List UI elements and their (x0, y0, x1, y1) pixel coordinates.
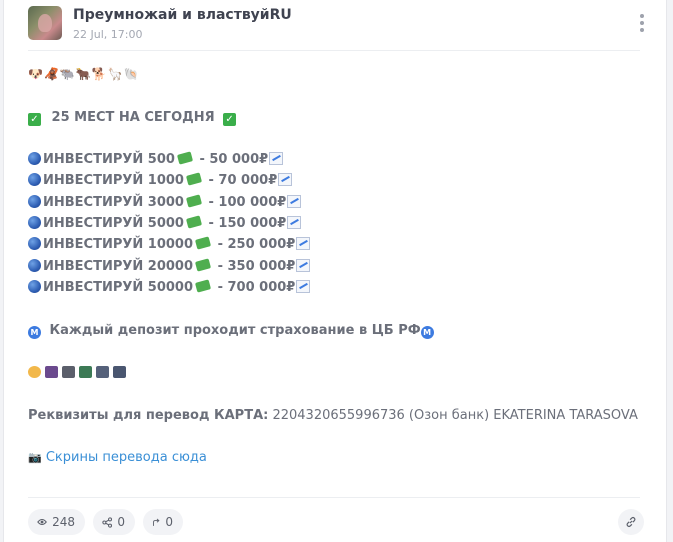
views-counter[interactable]: 248 (28, 509, 85, 535)
screenshots-line: 📷 Скрины перевода сюда (28, 447, 640, 468)
share-button[interactable]: 0 (93, 509, 135, 535)
insurance-text: Каждый депозит проходит страхование в ЦБ… (49, 322, 421, 338)
metro-m-icon: M (420, 325, 434, 339)
globe-icon (28, 279, 41, 293)
post-header: Преумножай и властвуйRU 22 Jul, 17:00 (28, 6, 644, 50)
post-date: 22 Jul, 17:00 (73, 28, 143, 41)
chart-increasing-icon (287, 216, 302, 230)
globe-icon (28, 237, 41, 251)
money-icon (176, 151, 193, 165)
screenshots-link[interactable]: Скрины перевода сюда (46, 450, 207, 465)
invest-line: ИНВЕСТИРУЙ 1000 - 70 000₽ (28, 170, 640, 191)
invest-result: - 350 000₽ (217, 258, 296, 274)
chart-increasing-icon (269, 152, 284, 166)
headline-text: 25 МЕСТ НА СЕГОДНЯ (51, 109, 215, 125)
money-icon (185, 215, 203, 229)
check-mark-icon: ✓ (28, 112, 41, 126)
headline: ✓ 25 МЕСТ НА СЕГОДНЯ ✓ (28, 107, 640, 128)
invest-amount: ИНВЕСТИРУЙ 50000 (43, 279, 194, 295)
money-icon (185, 194, 203, 208)
forwards-count: 0 (165, 515, 173, 529)
chart-increasing-icon (296, 258, 311, 272)
globe-icon (28, 194, 41, 208)
invest-amount: ИНВЕСТИРУЙ 500 (43, 152, 175, 168)
requisites-line: Реквизиты для перевод КАРТА: 22043206559… (28, 405, 640, 426)
calculator-icon (96, 366, 109, 379)
chart-increasing-icon (287, 194, 302, 208)
share-icon (102, 516, 113, 528)
channel-avatar[interactable] (28, 6, 62, 40)
invest-line: ИНВЕСТИРУЙ 10000 - 250 000₽ (28, 234, 640, 255)
shares-count: 0 (117, 515, 125, 529)
currency-note-icon (45, 366, 58, 379)
post-body: 🐶🦧🐃🐂🐕🦙🐚 ✓ 25 МЕСТ НА СЕГОДНЯ ✓ ИНВЕСТИРУ… (28, 64, 640, 469)
header-divider (28, 50, 640, 51)
invest-result: - 50 000₽ (199, 152, 269, 168)
invest-amount: ИНВЕСТИРУЙ 20000 (43, 258, 194, 274)
invest-line: ИНВЕСТИРУЙ 50000 - 700 000₽ (28, 277, 640, 298)
invest-line: ИНВЕСТИРУЙ 20000 - 350 000₽ (28, 256, 640, 277)
money-icon (194, 236, 212, 251)
calendar-icon (113, 366, 126, 379)
invest-line: ИНВЕСТИРУЙ 500 - 50 000₽ (28, 149, 640, 170)
camera-icon (62, 366, 75, 379)
requisites-label: Реквизиты для перевод КАРТА: (28, 407, 269, 423)
invest-amount: ИНВЕСТИРУЙ 10000 (43, 237, 194, 253)
views-count: 248 (52, 515, 75, 529)
payment-emoji-row (28, 362, 640, 383)
money-icon (194, 279, 212, 293)
more-options-icon[interactable] (637, 14, 647, 32)
globe-icon (28, 258, 41, 272)
post-card: Преумножай и властвуйRU 22 Jul, 17:00 🐶🦧… (3, 0, 667, 542)
invest-line: ИНВЕСТИРУЙ 5000 - 150 000₽ (28, 213, 640, 234)
chart-increasing-icon (278, 173, 293, 187)
footer-divider (28, 497, 640, 498)
invest-result: - 100 000₽ (208, 194, 287, 210)
money-icon (185, 172, 203, 187)
metro-m-icon: M (28, 325, 41, 339)
insurance-line: M Каждый депозит проходит страхование в … (28, 320, 640, 341)
invest-result: - 250 000₽ (217, 237, 296, 253)
invest-result: - 700 000₽ (217, 279, 296, 295)
chart-increasing-icon (296, 237, 311, 251)
link-icon (626, 516, 636, 528)
invest-amount: ИНВЕСТИРУЙ 1000 (43, 173, 184, 189)
eye-icon (37, 518, 47, 526)
camera-icon: 📷 (28, 451, 42, 465)
post-footer: 248 0 0 (28, 509, 644, 537)
animal-emoji-row: 🐶🦧🐃🐂🐕🦙🐚 (28, 67, 140, 81)
forward-arrow-icon (153, 518, 160, 526)
check-mark-icon: ✓ (223, 112, 237, 126)
coin-icon (28, 366, 41, 379)
chart-increasing-icon (296, 279, 311, 293)
forward-button[interactable]: 0 (143, 509, 183, 535)
invest-amount: ИНВЕСТИРУЙ 5000 (43, 216, 184, 232)
copy-link-button[interactable] (618, 509, 644, 535)
invest-result: - 150 000₽ (208, 216, 287, 232)
globe-icon (28, 216, 41, 230)
money-icon (194, 258, 212, 272)
globe-icon (28, 173, 41, 187)
globe-icon (28, 152, 41, 166)
invest-amount: ИНВЕСТИРУЙ 3000 (43, 194, 184, 210)
screen-icon (79, 366, 92, 379)
invest-line: ИНВЕСТИРУЙ 3000 - 100 000₽ (28, 192, 640, 213)
requisites-value: 2204320655996736 (Озон банк) EKATERINA T… (268, 407, 638, 423)
channel-name[interactable]: Преумножай и властвуйRU (73, 7, 292, 23)
invest-result: - 70 000₽ (208, 173, 278, 189)
